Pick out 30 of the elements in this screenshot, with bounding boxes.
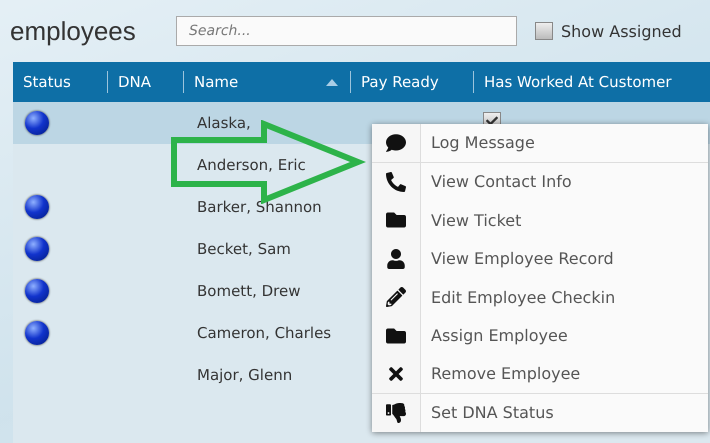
column-header[interactable]: Name [183, 71, 350, 93]
checkbox[interactable] [535, 22, 553, 40]
folder-icon [386, 210, 406, 230]
thumbs-down-icon [386, 402, 406, 423]
menu-item[interactable]: Edit Employee Checkin [420, 278, 708, 316]
column-header[interactable]: Status [13, 71, 107, 93]
table-cell: Bomett, Drew [197, 282, 300, 300]
column-header[interactable]: Has Worked At Customer [473, 71, 710, 93]
speech-bubble-icon [386, 132, 406, 153]
sort-up-icon [326, 78, 338, 86]
phone-icon [386, 172, 406, 192]
search-field[interactable]: Search... [176, 16, 517, 46]
panel-title: employees [10, 16, 137, 46]
menu-item[interactable]: View Contact Info [420, 162, 708, 201]
pencil-icon [386, 287, 406, 308]
person-icon [386, 248, 406, 269]
menu-item[interactable]: View Ticket [420, 201, 708, 240]
menu-item[interactable]: Set DNA Status [420, 394, 708, 432]
table-cell: Cameron, Charles [197, 324, 332, 342]
table-cell: Alaska, [197, 114, 251, 132]
menu-item[interactable]: View Employee Record [420, 240, 708, 278]
folder-icon [386, 326, 406, 346]
menu-item[interactable]: Assign Employee [420, 316, 708, 355]
checkbox-label: Show Assigned [561, 22, 682, 40]
table-cell: Barker, Shannon [197, 198, 322, 216]
menu-item[interactable]: Remove Employee [420, 355, 708, 392]
menu-item[interactable]: Log Message [420, 124, 708, 162]
column-header[interactable]: Pay Ready [350, 71, 473, 93]
table-cell: Becket, Sam [197, 240, 291, 258]
column-header[interactable]: DNA [107, 71, 183, 93]
